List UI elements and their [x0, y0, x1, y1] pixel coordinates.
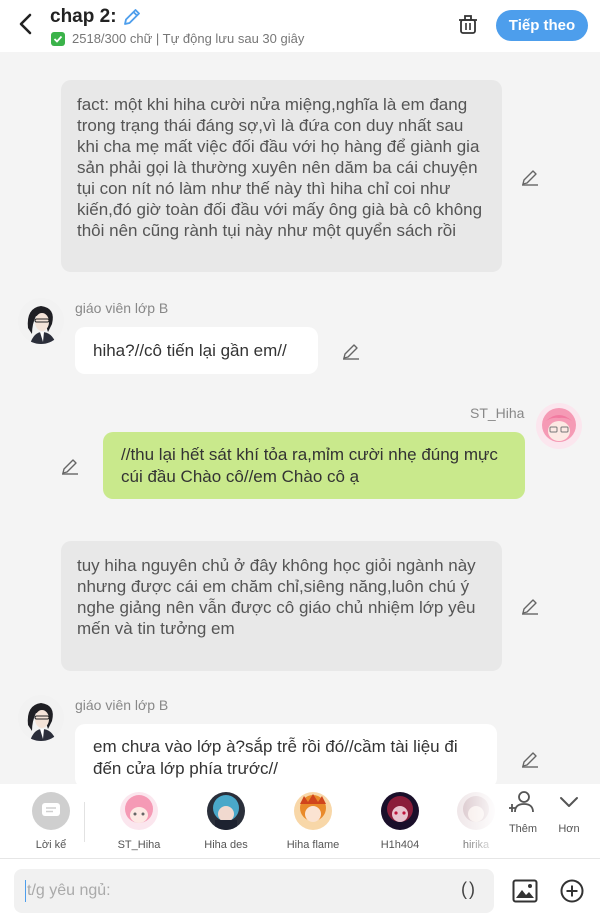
- input-placeholder: t/g yêu ngủ:: [27, 882, 111, 899]
- more-button[interactable]: Hơn: [549, 790, 589, 835]
- parenthesis-button[interactable]: (): [461, 879, 477, 900]
- divider: [84, 802, 85, 842]
- character-name: giáo viên lớp B: [75, 697, 169, 713]
- character-label: H1h404: [380, 839, 420, 851]
- narration-text: fact: một khi hiha cười nửa miệng,nghĩa …: [77, 95, 483, 240]
- character-label: Hiha des: [204, 839, 248, 851]
- character-name: ST_Hiha: [470, 405, 525, 421]
- edit-pencil-icon[interactable]: [521, 597, 539, 615]
- character-avatar: [207, 792, 245, 830]
- narration-block[interactable]: tuy hiha nguyên chủ ở đây không học giỏi…: [61, 541, 502, 671]
- character-message-bubble[interactable]: em chưa vào lớp à?sắp trễ rồi đó//cầm tà…: [75, 724, 497, 788]
- scroll-fade: [455, 784, 500, 858]
- character-h1h404[interactable]: H1h404: [370, 792, 430, 851]
- trash-icon[interactable]: [456, 12, 480, 36]
- character-hiha-flame[interactable]: Hiha flame: [283, 792, 343, 851]
- narrator-chat-icon: [32, 792, 70, 830]
- check-icon: [51, 31, 65, 46]
- save-status: 2518/300 chữ | Tự động lưu sau 30 giây: [51, 31, 304, 46]
- character-label: ST_Hiha: [117, 839, 161, 851]
- character-name: giáo viên lớp B: [75, 300, 169, 316]
- character-st-hiha[interactable]: ST_Hiha: [109, 792, 169, 851]
- message-input[interactable]: t/g yêu ngủ: (): [14, 869, 494, 913]
- character-message-bubble[interactable]: //thu lại hết sát khí tỏa ra,mỉm cười nh…: [103, 432, 525, 499]
- add-plus-icon[interactable]: [560, 879, 584, 908]
- character-message-bubble[interactable]: hiha?//cô tiến lại gần em//: [75, 327, 318, 374]
- character-label: Lời kể: [35, 839, 67, 851]
- teacher-avatar[interactable]: [18, 695, 64, 741]
- teacher-avatar[interactable]: [18, 298, 64, 344]
- character-selector: Lời kể ST_Hiha Hiha des Hiha flame H1h40…: [0, 784, 600, 858]
- image-icon[interactable]: [512, 879, 538, 908]
- next-button[interactable]: Tiếp theo: [496, 10, 588, 41]
- edit-title-icon[interactable]: [122, 7, 142, 27]
- chapter-title[interactable]: chap 2:: [50, 6, 142, 28]
- character-avatar: [120, 792, 158, 830]
- composer-bar: t/g yêu ngủ: (): [0, 858, 600, 924]
- top-bar: chap 2: 2518/300 chữ | Tự động lưu sau 3…: [0, 0, 600, 52]
- add-person-icon: [508, 791, 534, 813]
- edit-pencil-icon[interactable]: [61, 457, 79, 475]
- chapter-title-text: chap 2:: [50, 6, 117, 27]
- character-narrator[interactable]: Lời kể: [21, 792, 81, 851]
- character-avatar: [294, 792, 332, 830]
- narration-text: tuy hiha nguyên chủ ở đây không học giỏi…: [77, 556, 476, 638]
- add-character-button[interactable]: Thêm: [503, 790, 543, 835]
- word-count-status: 2518/300 chữ | Tự động lưu sau 30 giây: [72, 31, 305, 46]
- edit-pencil-icon[interactable]: [342, 342, 360, 360]
- character-avatar: [381, 792, 419, 830]
- character-hiha-des[interactable]: Hiha des: [196, 792, 256, 851]
- back-arrow-icon[interactable]: [12, 10, 38, 38]
- edit-pencil-icon[interactable]: [521, 168, 539, 186]
- st-hiha-avatar[interactable]: [536, 403, 582, 449]
- text-caret: [25, 880, 26, 902]
- add-character-label: Thêm: [508, 823, 538, 835]
- more-label: Hơn: [558, 823, 580, 835]
- edit-pencil-icon[interactable]: [521, 750, 539, 768]
- character-label: Hiha flame: [286, 839, 340, 851]
- narration-block[interactable]: fact: một khi hiha cười nửa miệng,nghĩa …: [61, 80, 502, 272]
- chevron-down-icon: [560, 797, 578, 807]
